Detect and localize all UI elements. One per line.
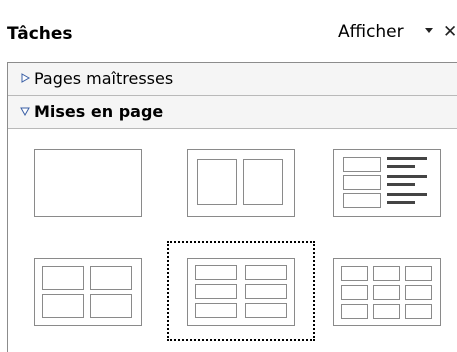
- layout-box: [245, 265, 287, 280]
- layout-four-boxes[interactable]: [34, 258, 142, 326]
- close-icon[interactable]: ✕: [443, 22, 457, 42]
- layout-box: [195, 265, 237, 280]
- layout-box: [343, 193, 381, 208]
- view-menu-button[interactable]: Afficher: [338, 22, 404, 42]
- layout-box: [245, 284, 287, 299]
- layout-nine-boxes[interactable]: [333, 258, 441, 326]
- layout-box: [341, 304, 368, 319]
- section-layouts-label: Mises en page: [34, 102, 164, 121]
- task-pane-title: Tâches: [7, 24, 73, 44]
- section-master-pages[interactable]: Pages maîtresses: [8, 63, 457, 96]
- layout-box: [343, 157, 381, 172]
- layout-box: [197, 159, 237, 205]
- layout-box: [343, 175, 381, 190]
- layout-box: [373, 285, 400, 300]
- layout-box: [243, 159, 283, 205]
- text-line: [387, 193, 427, 196]
- text-line: [387, 157, 427, 160]
- layout-two-columns[interactable]: [187, 149, 295, 217]
- text-line: [387, 201, 415, 204]
- layout-box: [42, 294, 84, 318]
- layout-box: [341, 266, 368, 281]
- chevron-down-icon[interactable]: [425, 28, 433, 33]
- layout-box: [405, 285, 432, 300]
- task-pane-titlebar: Tâches Afficher ✕: [0, 0, 457, 62]
- layout-box: [373, 304, 400, 319]
- section-master-pages-label: Pages maîtresses: [34, 69, 174, 88]
- task-pane-content: Pages maîtresses Mises en page: [7, 62, 457, 352]
- layout-box: [34, 149, 142, 217]
- layout-box: [195, 284, 237, 299]
- layout-box: [405, 304, 432, 319]
- layout-title-content-list[interactable]: [333, 149, 441, 217]
- layout-box: [42, 266, 84, 290]
- section-layouts[interactable]: Mises en page: [8, 96, 457, 129]
- text-line: [387, 165, 415, 168]
- collapse-arrow-icon: [20, 107, 30, 116]
- text-line: [387, 175, 427, 178]
- layouts-grid: [8, 129, 457, 352]
- expand-arrow-icon: [21, 73, 30, 83]
- layout-box: [90, 266, 132, 290]
- layout-box: [341, 285, 368, 300]
- layout-box: [195, 303, 237, 318]
- layout-box: [405, 266, 432, 281]
- layout-six-boxes[interactable]: [167, 241, 315, 341]
- layout-box: [90, 294, 132, 318]
- text-line: [387, 183, 415, 186]
- layout-box: [245, 303, 287, 318]
- layout-blank-slide[interactable]: [34, 149, 142, 217]
- layout-box: [373, 266, 400, 281]
